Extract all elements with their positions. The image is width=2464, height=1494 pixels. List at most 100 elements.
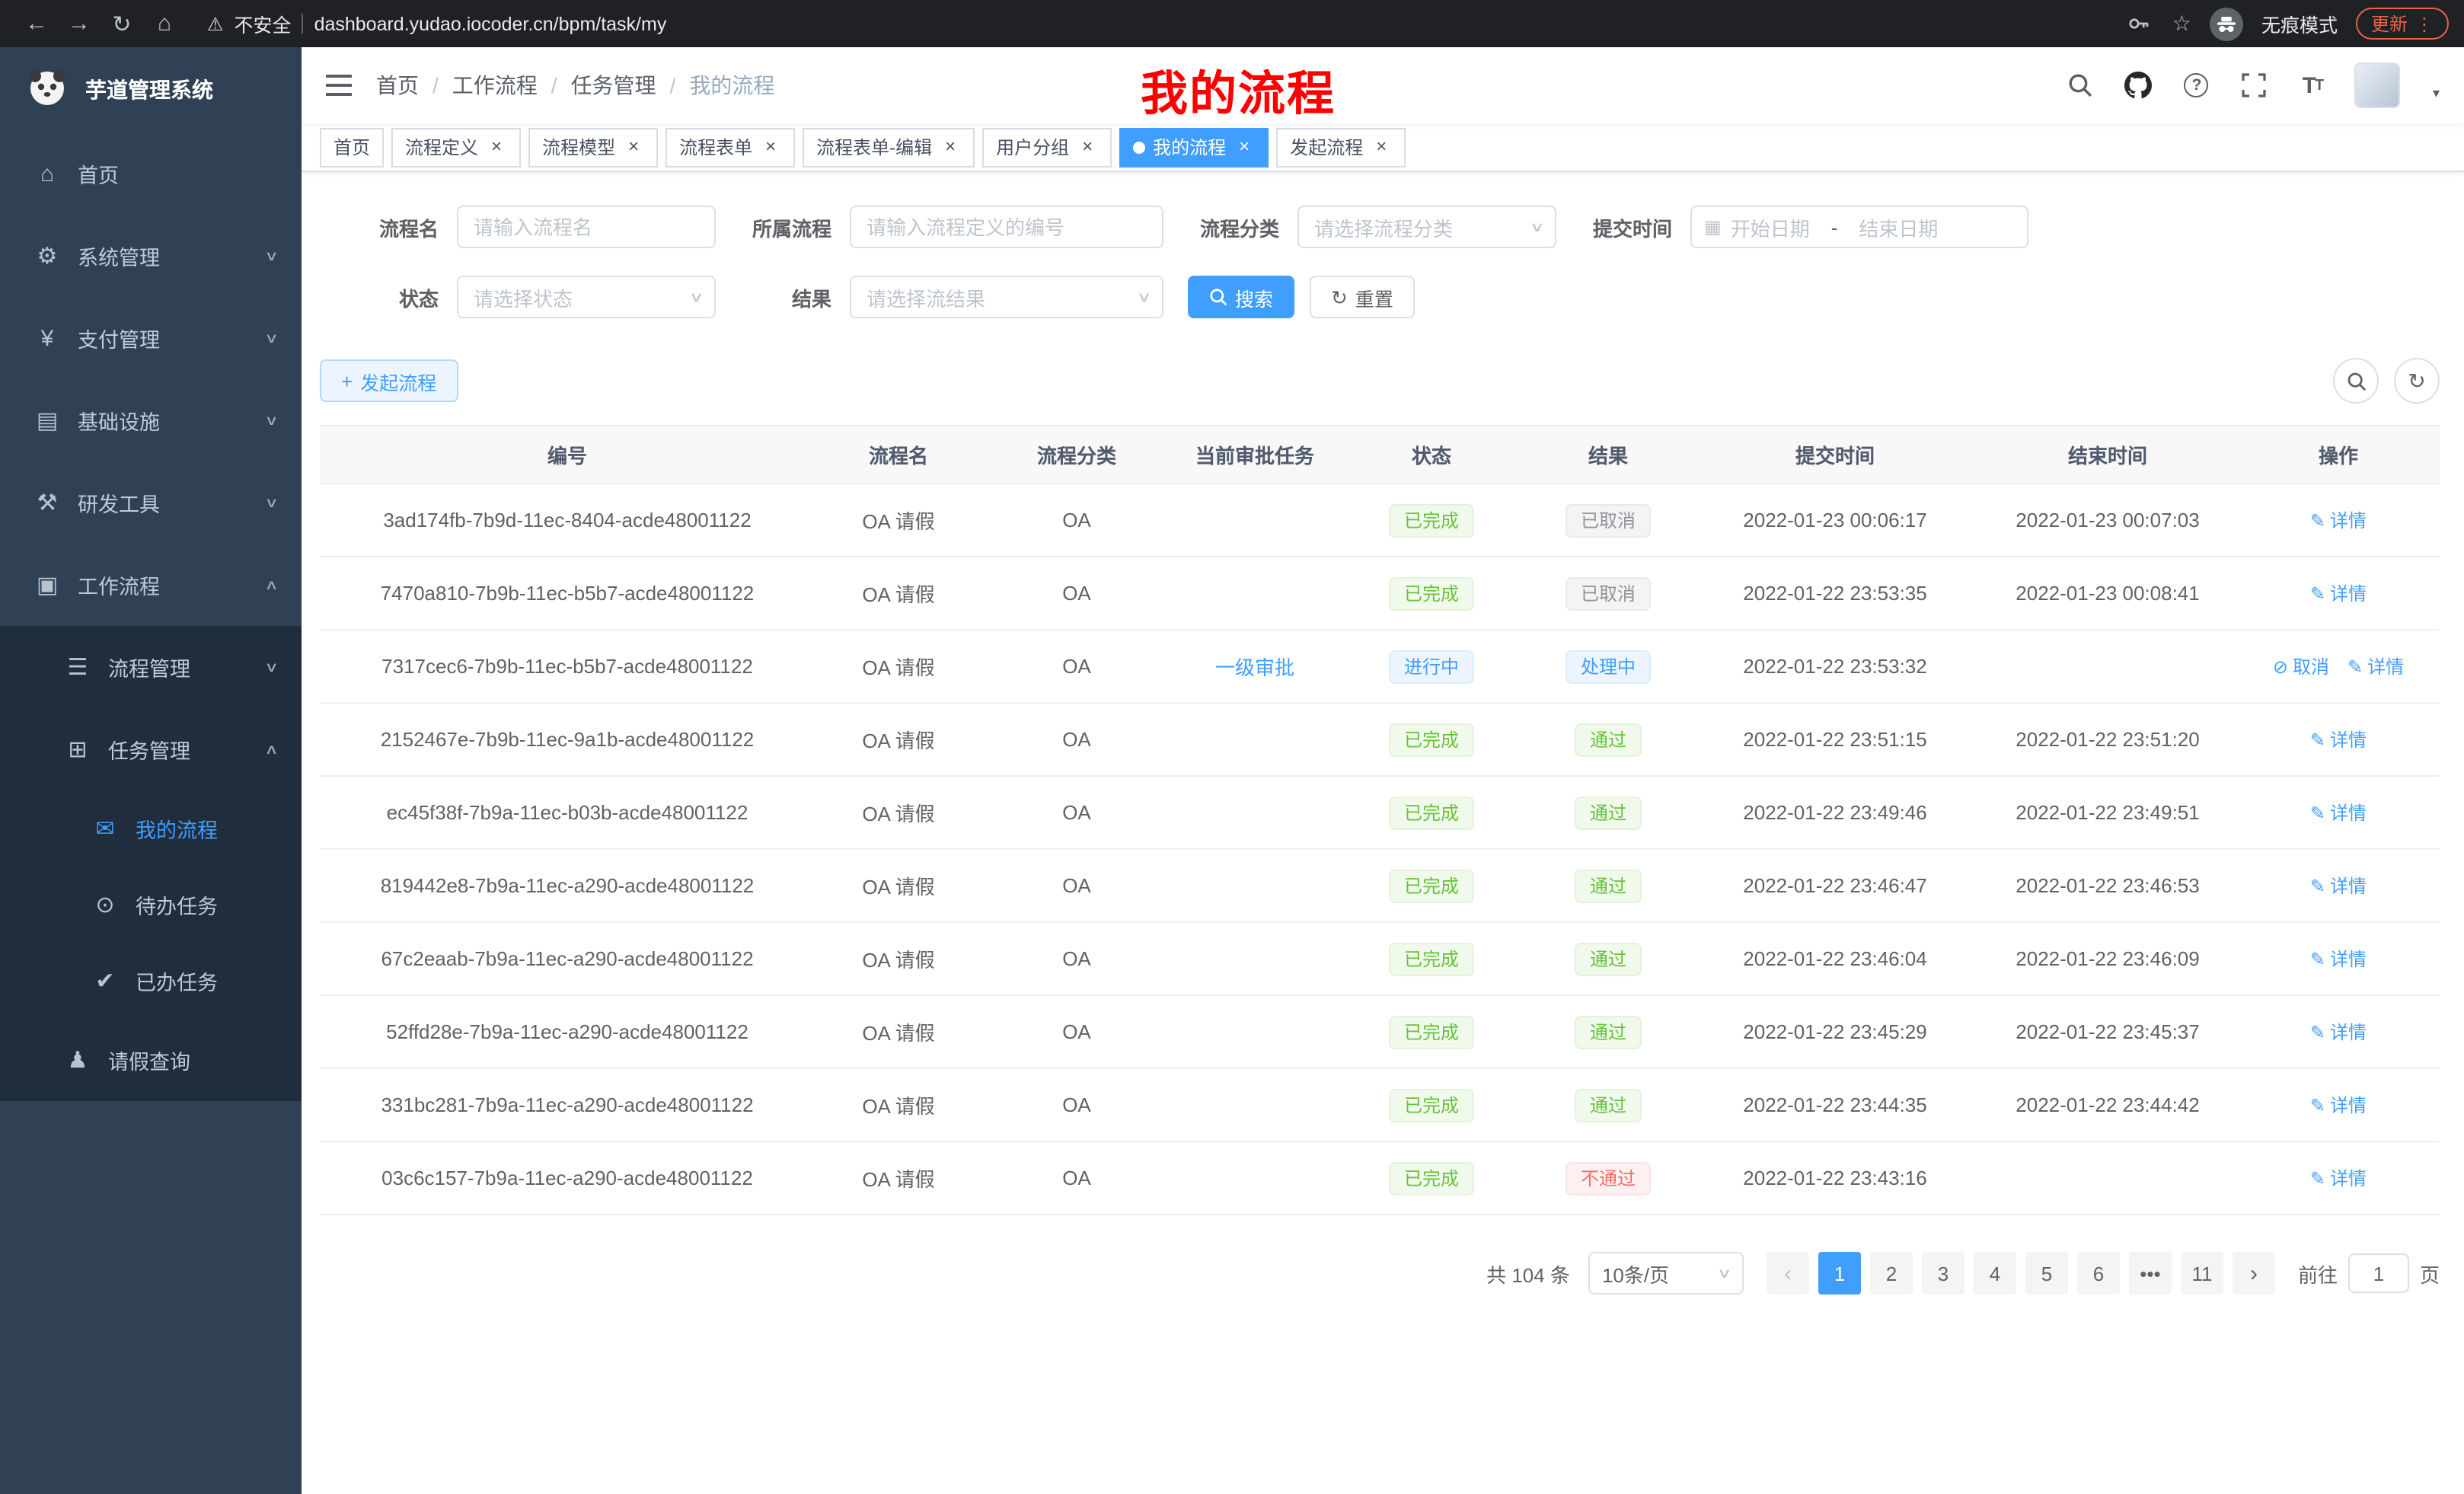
start-date-placeholder: 开始日期 xyxy=(1731,212,1810,241)
forward-icon[interactable]: → xyxy=(58,11,101,37)
avatar-caret-icon[interactable]: ▾ xyxy=(2433,85,2440,102)
tab[interactable]: 首页 xyxy=(320,127,384,167)
sidebar-item[interactable]: ⚙ 系统管理 ∨ xyxy=(0,215,302,297)
cell-category: OA xyxy=(982,704,1171,775)
search-icon[interactable] xyxy=(2066,70,2096,101)
toggle-search-icon-button[interactable] xyxy=(2333,358,2379,404)
page-size-select[interactable]: 10条/页 ∨ xyxy=(1588,1252,1744,1294)
collapse-menu-icon[interactable] xyxy=(326,75,352,96)
cell-result: 通过 xyxy=(1524,704,1692,775)
tab[interactable]: 我的流程 × xyxy=(1119,127,1269,167)
browser-menu-dots-icon[interactable]: ⋮ xyxy=(2415,13,2434,34)
result-badge: 处理中 xyxy=(1566,650,1651,683)
fullscreen-icon[interactable] xyxy=(2239,70,2270,101)
tab[interactable]: 流程表单-编辑 × xyxy=(803,127,975,167)
breadcrumb-item[interactable]: 工作流程 xyxy=(452,70,538,101)
page-number-button[interactable]: 1 xyxy=(1818,1252,1861,1294)
breadcrumb-item[interactable]: 任务管理 xyxy=(571,70,656,101)
sidebar-item[interactable]: ⊙ 待办任务 xyxy=(0,867,302,943)
tab[interactable]: 流程表单 × xyxy=(665,127,795,167)
detail-link[interactable]: ✎ 详情 xyxy=(2310,580,2367,606)
sidebar-item[interactable]: ⊞ 任务管理 ∧ xyxy=(0,708,302,790)
process-name-input[interactable] xyxy=(457,206,716,248)
cell-id: 331bc281-7b9a-11ec-a290-acde48001122 xyxy=(320,1069,815,1141)
sidebar-item[interactable]: ⌂ 首页 xyxy=(0,132,302,215)
page-number-button[interactable]: 3 xyxy=(1922,1252,1964,1294)
browser-home-icon[interactable]: ⌂ xyxy=(143,11,186,37)
reset-button[interactable]: ↻ 重置 xyxy=(1310,276,1415,318)
tab-label: 我的流程 xyxy=(1153,134,1226,160)
status-select[interactable]: 请选择状态 ∨ xyxy=(457,276,716,318)
update-button[interactable]: 更新 ⋮ xyxy=(2356,8,2449,40)
detail-link[interactable]: ✎ 详情 xyxy=(2310,1165,2367,1191)
sidebar-item[interactable]: ▤ 基础设施 ∨ xyxy=(0,379,302,461)
font-size-icon[interactable]: TT xyxy=(2297,70,2328,101)
tab[interactable]: 用户分组 × xyxy=(982,127,1112,167)
search-button[interactable]: 搜索 xyxy=(1188,276,1294,318)
address-bar[interactable]: ⚠ 不安全 dashboard.yudao.iocoder.cn/bpm/tas… xyxy=(207,9,2102,38)
close-icon[interactable]: × xyxy=(623,136,644,158)
url-text[interactable]: dashboard.yudao.iocoder.cn/bpm/task/my xyxy=(314,13,667,34)
process-category-select[interactable]: 请选择流程分类 ∨ xyxy=(1297,206,1556,248)
page-number-button[interactable]: 4 xyxy=(1974,1252,2016,1294)
close-icon[interactable]: × xyxy=(940,136,961,158)
goto-page-input[interactable] xyxy=(2348,1253,2409,1293)
sidebar-item[interactable]: ✔ 已办任务 xyxy=(0,943,302,1019)
detail-link[interactable]: ✎ 详情 xyxy=(2310,873,2367,899)
close-icon[interactable]: × xyxy=(486,136,507,158)
breadcrumb-item[interactable]: 首页 xyxy=(376,70,419,101)
current-task-link[interactable]: 一级审批 xyxy=(1215,652,1294,681)
key-icon[interactable] xyxy=(2124,8,2154,39)
detail-link[interactable]: ✎ 详情 xyxy=(2310,1019,2367,1045)
prev-page-button[interactable]: ‹ xyxy=(1767,1252,1809,1294)
process-definition-label: 所属流程 xyxy=(740,212,831,241)
cell-current-task xyxy=(1171,484,1339,556)
page-number-button[interactable]: ••• xyxy=(2129,1252,2172,1294)
close-icon[interactable]: × xyxy=(1077,136,1098,158)
sidebar-item[interactable]: ⚒ 研发工具 ∨ xyxy=(0,461,302,544)
cell-id: ec45f38f-7b9a-11ec-b03b-acde48001122 xyxy=(320,777,815,848)
result-select[interactable]: 请选择流结果 ∨ xyxy=(850,276,1163,318)
detail-link[interactable]: ✎ 详情 xyxy=(2310,726,2367,752)
page-number-button[interactable]: 5 xyxy=(2025,1252,2068,1294)
page-number-button[interactable]: 6 xyxy=(2077,1252,2120,1294)
detail-link[interactable]: ✎ 详情 xyxy=(2310,800,2367,825)
sidebar-item[interactable]: ☰ 流程管理 ∨ xyxy=(0,626,302,708)
sidebar-item[interactable]: ¥ 支付管理 ∨ xyxy=(0,297,302,379)
close-icon[interactable]: × xyxy=(1371,136,1392,158)
user-avatar[interactable] xyxy=(2355,62,2401,108)
todo-task-icon: ⊙ xyxy=(88,891,122,918)
page-number-button[interactable]: 11 xyxy=(2181,1252,2223,1294)
app-logo[interactable]: 芋道管理系统 xyxy=(0,47,302,132)
detail-link[interactable]: ✎ 详情 xyxy=(2348,653,2404,679)
refresh-table-icon-button[interactable]: ↻ xyxy=(2394,358,2440,404)
close-icon[interactable]: × xyxy=(760,136,781,158)
breadcrumb-item[interactable]: 我的流程 xyxy=(689,70,774,101)
cell-process-name: OA 请假 xyxy=(815,850,982,921)
create-process-button[interactable]: + 发起流程 xyxy=(320,359,458,402)
back-icon[interactable]: ← xyxy=(15,11,58,37)
status-badge: 已完成 xyxy=(1389,869,1474,902)
detail-link[interactable]: ✎ 详情 xyxy=(2310,507,2367,533)
security-label[interactable]: 不安全 xyxy=(235,9,292,38)
sidebar-item[interactable]: ♟ 请假查询 xyxy=(0,1019,302,1101)
tab-label: 流程模型 xyxy=(542,134,615,160)
detail-link[interactable]: ✎ 详情 xyxy=(2310,946,2367,972)
tab[interactable]: 发起流程 × xyxy=(1276,127,1406,167)
bookmark-star-icon[interactable]: ☆ xyxy=(2172,11,2191,37)
next-page-button[interactable]: › xyxy=(2233,1252,2275,1294)
github-icon[interactable] xyxy=(2124,70,2154,101)
close-icon[interactable]: × xyxy=(1234,136,1255,158)
help-icon[interactable]: ? xyxy=(2182,70,2212,101)
breadcrumb: 首页 / 工作流程 / 任务管理 / xyxy=(376,70,802,101)
sidebar-item[interactable]: ✉ 我的流程 xyxy=(0,790,302,867)
detail-link[interactable]: ✎ 详情 xyxy=(2310,1092,2367,1118)
cancel-link[interactable]: ⊘ 取消 xyxy=(2273,653,2329,679)
tab[interactable]: 流程模型 × xyxy=(528,127,658,167)
page-number-button[interactable]: 2 xyxy=(1870,1252,1913,1294)
sidebar-item[interactable]: ▣ 工作流程 ∧ xyxy=(0,544,302,626)
submit-time-range-picker[interactable]: ▦ 开始日期 - 结束日期 xyxy=(1690,206,2028,248)
reload-icon[interactable]: ↻ xyxy=(101,10,143,37)
process-definition-input[interactable] xyxy=(850,206,1163,248)
tab[interactable]: 流程定义 × xyxy=(391,127,521,167)
